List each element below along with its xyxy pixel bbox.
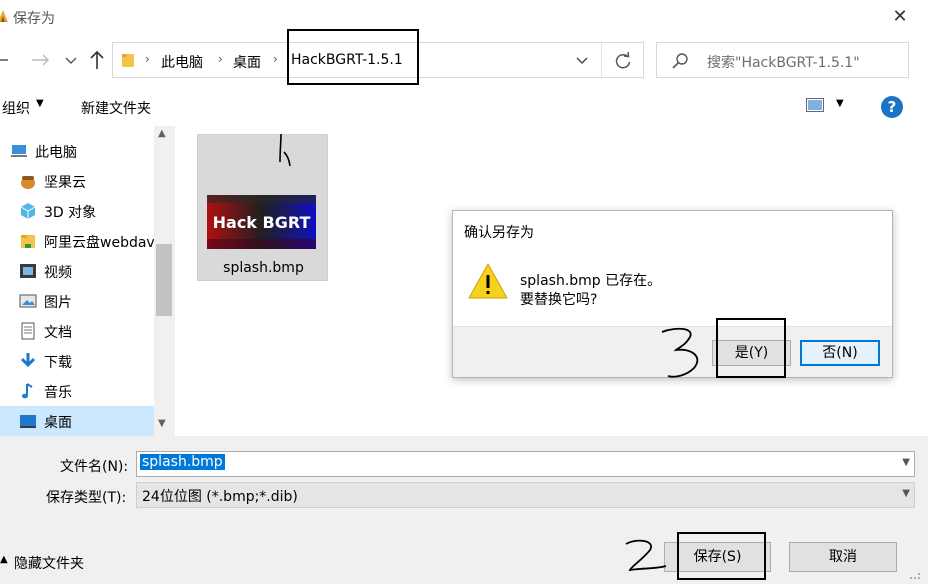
- caret-up-icon[interactable]: ▲: [0, 554, 8, 565]
- scroll-up-icon[interactable]: ▲: [158, 128, 166, 139]
- sidebar-item-label: 图片: [44, 295, 72, 311]
- sidebar-item-nutstore[interactable]: 坚果云: [0, 166, 154, 196]
- window-title: 保存为: [13, 11, 55, 27]
- folder-icon: [122, 54, 134, 67]
- sidebar-item-pictures[interactable]: 图片: [0, 286, 154, 316]
- file-name-label: splash.bmp: [223, 260, 304, 276]
- documents-icon: [21, 322, 35, 340]
- sidebar-item-desktop[interactable]: 桌面: [0, 406, 154, 436]
- chevron-right-icon[interactable]: ›: [145, 52, 150, 66]
- back-arrow-icon[interactable]: [0, 49, 12, 71]
- music-icon: [22, 383, 33, 399]
- warning-icon: [468, 263, 508, 299]
- 3d-objects-icon: [20, 203, 36, 219]
- chevron-right-icon[interactable]: ›: [218, 52, 223, 66]
- help-icon[interactable]: ?: [881, 96, 903, 118]
- sidebar-item-label: 下载: [44, 355, 72, 371]
- filename-value[interactable]: splash.bmp: [140, 454, 225, 470]
- sidebar-item-3d-objects[interactable]: 3D 对象: [0, 196, 154, 226]
- resize-grip-icon[interactable]: [908, 572, 922, 580]
- dialog-question: 要替换它吗?: [520, 292, 598, 308]
- breadcrumb-this-pc[interactable]: 此电脑: [161, 52, 203, 72]
- video-icon: [20, 264, 36, 278]
- title-bar: 保存为 ✕: [0, 0, 928, 36]
- annotation-mark-1: [279, 133, 291, 167]
- annotation-box-folder: [287, 29, 419, 85]
- view-options-icon[interactable]: [806, 98, 824, 112]
- content-scrollbar[interactable]: [920, 126, 928, 436]
- search-box[interactable]: 搜索"HackBGRT-1.5.1": [656, 42, 909, 78]
- refresh-icon[interactable]: [613, 51, 633, 71]
- caret-down-icon[interactable]: ▼: [36, 98, 44, 109]
- search-input[interactable]: 搜索"HackBGRT-1.5.1": [707, 52, 860, 72]
- breadcrumb-desktop[interactable]: 桌面: [233, 52, 261, 72]
- annotation-mark-2: [625, 539, 667, 572]
- sidebar-item-video[interactable]: 视频: [0, 256, 154, 286]
- sidebar-item-downloads[interactable]: 下载: [0, 346, 154, 376]
- search-icon: [672, 53, 688, 69]
- caret-down-icon[interactable]: ▼: [836, 98, 844, 109]
- sidebar-item-label: 坚果云: [44, 175, 86, 191]
- computer-icon: [11, 145, 27, 157]
- sidebar-item-this-pc[interactable]: 此电脑: [0, 136, 154, 166]
- chevron-down-icon[interactable]: [575, 53, 589, 67]
- scrollbar-thumb[interactable]: [156, 244, 172, 316]
- sidebar-item-label: 此电脑: [35, 145, 77, 161]
- filetype-select[interactable]: 24位位图 (*.bmp;*.dib) ▼: [136, 482, 915, 508]
- organize-menu-button[interactable]: 组织: [2, 98, 30, 118]
- sidebar-item-aliyun-drive[interactable]: 阿里云盘webdav: [0, 226, 154, 256]
- aliyun-drive-icon: [21, 235, 35, 248]
- close-icon[interactable]: ✕: [889, 6, 911, 28]
- sidebar-item-documents[interactable]: 文档: [0, 316, 154, 346]
- chevron-down-icon[interactable]: [63, 50, 79, 70]
- sidebar-item-music[interactable]: 音乐: [0, 376, 154, 406]
- forward-arrow-icon[interactable]: [30, 49, 50, 71]
- sidebar-item-label: 视频: [44, 265, 72, 281]
- thumbnail-text: Hack BGRT: [213, 213, 311, 232]
- sidebar-item-label: 桌面: [44, 415, 72, 431]
- annotation-box-save: [677, 532, 766, 580]
- dialog-message: splash.bmp 已存在。: [520, 273, 662, 289]
- sidebar-item-label: 阿里云盘webdav: [44, 235, 154, 251]
- annotation-mark-3: [661, 327, 699, 378]
- navigation-scrollbar[interactable]: ▲ ▼: [154, 126, 174, 436]
- filename-field[interactable]: splash.bmp ▼: [136, 451, 915, 477]
- nutstore-icon: [21, 176, 35, 189]
- chevron-down-icon[interactable]: ▼: [902, 457, 910, 468]
- download-icon: [20, 353, 36, 368]
- save-form: 文件名(N): splash.bmp ▼ 保存类型(T): 24位位图 (*.b…: [0, 436, 928, 584]
- app-icon: [0, 10, 8, 22]
- divider: [601, 43, 602, 77]
- scroll-down-icon[interactable]: ▼: [158, 418, 166, 429]
- filetype-label: 保存类型(T):: [46, 490, 127, 506]
- sidebar-item-label: 3D 对象: [44, 205, 97, 221]
- sidebar-item-label: 文档: [44, 325, 72, 341]
- no-button[interactable]: 否(N): [800, 340, 880, 366]
- filetype-value: 24位位图 (*.bmp;*.dib): [142, 489, 298, 505]
- file-item[interactable]: Hack BGRT splash.bmp: [197, 134, 328, 281]
- chevron-right-icon[interactable]: ›: [273, 52, 278, 66]
- new-folder-button[interactable]: 新建文件夹: [81, 98, 151, 118]
- bmp-thumbnail: Hack BGRT: [207, 195, 316, 249]
- sidebar-item-label: 音乐: [44, 385, 72, 401]
- pictures-icon: [19, 294, 37, 308]
- desktop-icon: [20, 415, 36, 428]
- chevron-down-icon[interactable]: ▼: [902, 488, 910, 499]
- up-arrow-icon[interactable]: [88, 49, 106, 71]
- hide-folders-toggle[interactable]: 隐藏文件夹: [14, 553, 84, 573]
- navigation-pane: 此电脑 坚果云 3D 对象 阿里云盘webdav 视频 图片 文档 下载 音乐 …: [0, 126, 175, 436]
- dialog-title: 确认另存为: [464, 225, 534, 241]
- annotation-box-yes: [716, 318, 786, 378]
- cancel-button[interactable]: 取消: [789, 542, 897, 572]
- toolbar: 组织 ▼ 新建文件夹: [0, 88, 928, 126]
- filename-label: 文件名(N):: [60, 459, 129, 475]
